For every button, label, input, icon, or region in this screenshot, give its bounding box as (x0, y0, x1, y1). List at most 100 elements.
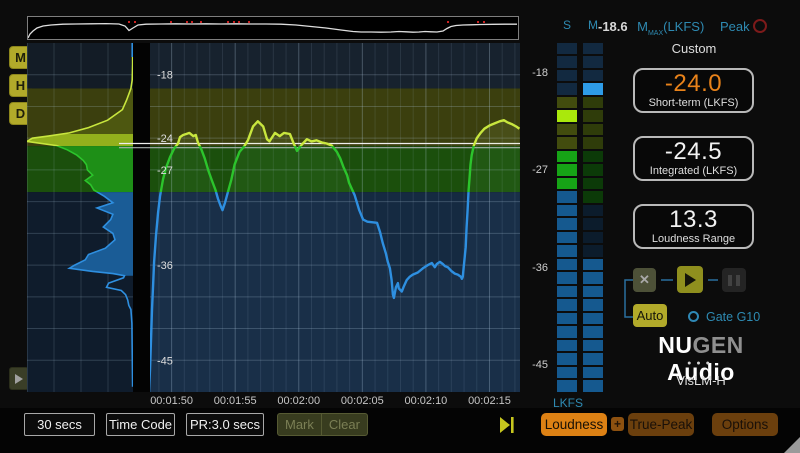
s-meter-segment (557, 353, 577, 365)
db-tick-label: -24 (157, 133, 173, 145)
s-meter-segment (557, 191, 577, 203)
m-meter-segment (583, 164, 603, 176)
peak-label: Peak (720, 19, 750, 34)
histogram-play-button[interactable] (9, 367, 29, 390)
gate-radio-button[interactable] (688, 311, 699, 322)
auto-button[interactable]: Auto (633, 304, 667, 327)
s-meter-segment (557, 299, 577, 311)
options-label: Options (722, 417, 769, 432)
history-window-button[interactable]: 30 secs (24, 413, 95, 436)
m-meter-segment (583, 205, 603, 217)
skip-to-end-button[interactable] (500, 417, 515, 433)
db-tick-label: -27 (157, 165, 173, 177)
true-peak-mode-button[interactable]: True-Peak (628, 413, 694, 436)
skip-bar-icon (511, 417, 514, 433)
options-button[interactable]: Options (712, 413, 778, 436)
s-meter-segment (557, 367, 577, 379)
m-meter-segment (583, 353, 603, 365)
loudness-history-chart: -18-24-27-36-4500:01:5000:01:5500:02:000… (27, 43, 520, 408)
short-term-value: -24.0 (665, 72, 722, 96)
s-meter-segment (557, 259, 577, 271)
reset-button[interactable]: ✕ (633, 268, 656, 292)
peak-indicator-lamp[interactable] (753, 19, 767, 33)
m-meter-segment (583, 70, 603, 82)
logo-dots: ●●● (622, 360, 780, 367)
m-meter-segment (583, 286, 603, 298)
loudness-mode-button[interactable]: Loudness (541, 413, 607, 436)
s-meter-segment (557, 178, 577, 190)
practical-range-button[interactable]: PR:3.0 secs (186, 413, 264, 436)
meter-scale-label: -36 (524, 262, 548, 274)
integrated-value: -24.5 (665, 140, 722, 164)
time-tick-label: 00:02:05 (341, 395, 384, 407)
s-column-label: S (557, 18, 577, 32)
m-meter-segment (583, 245, 603, 257)
m-meter-segment (583, 313, 603, 325)
s-meter-segment (557, 164, 577, 176)
logo-nu: NU (658, 332, 692, 358)
true-peak-label: True-Peak (630, 417, 693, 432)
m-meter-segment (583, 259, 603, 271)
s-meter-segment (557, 272, 577, 284)
integrated-readout: -24.5 Integrated (LKFS) (633, 136, 754, 181)
combine-views-button[interactable]: + (611, 417, 624, 431)
s-meter-segment (557, 70, 577, 82)
s-meter-segment (557, 286, 577, 298)
short-term-readout: -24.0 Short-term (LKFS) (633, 68, 754, 113)
vislm-plugin-window: M H D -18-24-27-36-4500:01:5000:01:5500:… (0, 0, 800, 453)
s-meter-segment (557, 380, 577, 392)
m-meter-segment (583, 232, 603, 244)
db-tick-label: -45 (157, 355, 173, 367)
integrated-label: Integrated (LKFS) (650, 166, 737, 177)
m-meter-segment (583, 83, 603, 95)
m-meter-segment (583, 272, 603, 284)
play-button[interactable] (677, 266, 703, 293)
s-meter-segment (557, 110, 577, 122)
m-meter-segment (583, 97, 603, 109)
m-meter-segment (583, 380, 603, 392)
m-meter-segment (583, 110, 603, 122)
s-meter-segment (557, 313, 577, 325)
mark-label: Mark (285, 417, 314, 432)
time-tick-label: 00:01:50 (150, 395, 193, 407)
plus-icon: + (614, 417, 621, 431)
s-meter-segment (557, 124, 577, 136)
meter-scale-label: -45 (524, 359, 548, 371)
loudness-mode-label: Loudness (545, 417, 604, 432)
time-tick-label: 00:01:55 (214, 395, 257, 407)
s-meter-segment (557, 245, 577, 257)
overview-waveform (28, 17, 518, 39)
s-meter-segment (557, 205, 577, 217)
m-meter-segment (583, 137, 603, 149)
pause-icon (728, 275, 732, 286)
mark-button[interactable]: Mark (278, 414, 321, 435)
db-tick-label: -18 (157, 70, 173, 82)
play-icon (685, 273, 696, 287)
s-meter-segment (557, 56, 577, 68)
meter-scale-label: -27 (524, 164, 548, 176)
loudness-overview-strip[interactable] (27, 16, 519, 40)
s-meter-segment (557, 218, 577, 230)
preset-name: Custom (633, 41, 755, 56)
mmax-m-label: M (637, 19, 648, 34)
time-tick-label: 00:02:15 (468, 395, 511, 407)
mmax-sub-label: MAX (648, 30, 663, 37)
s-meter-segment (557, 326, 577, 338)
m-meter-segment (583, 340, 603, 352)
product-name: VisLM-H (622, 373, 780, 388)
m-meter-segment (583, 218, 603, 230)
history-window-label: 30 secs (37, 417, 82, 432)
s-meter-segment (557, 137, 577, 149)
clear-button[interactable]: Clear (321, 414, 367, 435)
skip-triangle-icon (500, 417, 510, 433)
pause-icon (736, 275, 740, 286)
resize-grip[interactable] (784, 437, 800, 453)
m-meter-segment (583, 151, 603, 163)
time-tick-label: 00:02:10 (404, 395, 447, 407)
timecode-mode-button[interactable]: Time Code (106, 413, 175, 436)
practical-range-label: PR:3.0 secs (190, 417, 260, 432)
momentary-view-label: M (15, 50, 26, 65)
loudness-range-value: 13.3 (669, 208, 718, 232)
pause-button[interactable] (722, 268, 746, 292)
mmax-value: -18.6 (598, 19, 628, 34)
